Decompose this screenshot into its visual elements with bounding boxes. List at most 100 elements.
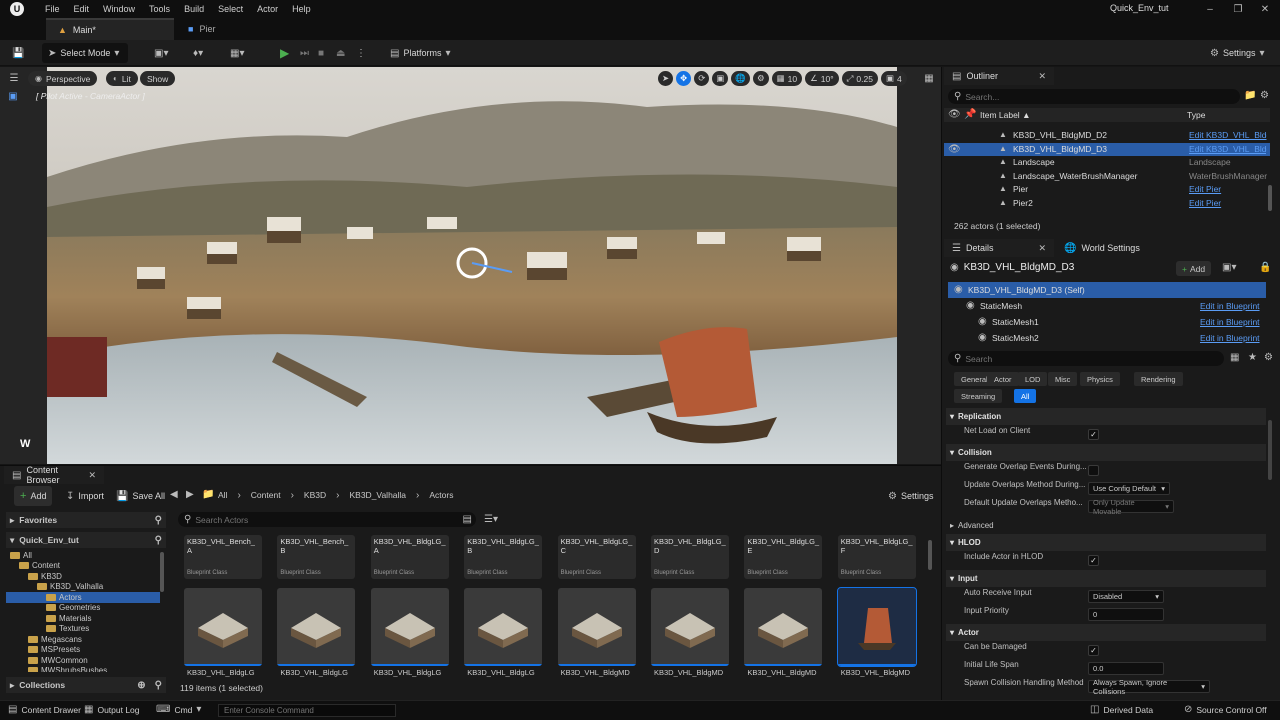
camera-speed-button[interactable]: ▣ 4 [880,71,907,86]
asset-thumbnail[interactable] [557,588,636,666]
details-tab[interactable]: ☰ Details ✕ [944,239,1054,257]
asset-tile[interactable]: KB3D_VHL_BldgLG_ E Blueprint Class [744,535,823,579]
filter-icon[interactable]: ☰▾ [484,514,498,525]
filter-physics[interactable]: Physics [1080,372,1120,386]
filter-lod[interactable]: LOD [1018,372,1048,386]
tree-item[interactable]: Content [6,561,160,572]
show-button[interactable]: Show [140,71,176,86]
component-row[interactable]: ◉ StaticMesh1 Edit in Blueprint [948,314,1266,330]
scale-tool-icon[interactable]: ▣ [712,71,729,86]
auto-receive-dropdown[interactable]: Disabled ▾ [1088,590,1164,603]
breadcrumb-item[interactable]: Actors [429,490,453,500]
life-span-field[interactable]: 0.0 [1088,662,1164,675]
play-button[interactable]: ▶ [274,43,295,63]
outliner-row-type[interactable]: Edit Pier [1189,198,1267,208]
viewport-menu-icon[interactable]: ☰ [8,72,20,84]
cinematics-button[interactable]: ▦▾ [224,43,250,63]
edit-in-blueprint-link[interactable]: Edit in Blueprint [1200,301,1260,311]
update-overlap-dropdown[interactable]: Use Config Default ▾ [1088,482,1170,495]
outliner-search[interactable]: ⚲ [948,89,1240,104]
outliner-row[interactable]: ▲ KB3D_VHL_BldgMD_D2 Edit KB3D_VHL_Bldg [944,129,1270,143]
outliner-row-type[interactable]: Edit KB3D_VHL_Bldg [1189,130,1267,140]
filter-actor[interactable]: Actor [987,372,1019,386]
viewport-scene-image[interactable] [47,67,897,464]
col-type[interactable]: Type [1187,110,1205,120]
asset-thumbnail[interactable] [184,588,262,666]
world-space-icon[interactable]: 🌐 [731,71,750,86]
tab-main[interactable]: ▲ Main* [46,18,174,40]
menu-file[interactable]: File [38,1,67,17]
table-view-icon[interactable]: ▦ [1230,352,1239,363]
output-log-button[interactable]: ▦ Output Log [84,704,140,715]
component-row[interactable]: ◉ StaticMesh2 Edit in Blueprint [948,330,1266,346]
maximize-viewport-icon[interactable]: ▦ [922,72,936,84]
tree-item[interactable]: MWShrubsBushes [6,666,160,672]
tree-item[interactable]: All [6,550,160,561]
maximize-icon[interactable]: ❐ [1232,2,1244,16]
rotate-tool-icon[interactable]: ⟳ [694,71,710,86]
section-hlod[interactable]: ▾ HLOD [946,534,1266,551]
select-tool-icon[interactable]: ➤ [658,71,674,86]
outliner-row[interactable]: ▲ Landscape Landscape [944,156,1270,170]
forward-icon[interactable]: ▶ [186,489,194,500]
project-header[interactable]: ▾ Quick_Env_tut ⚲ [6,532,166,548]
surface-snap-icon[interactable]: ⚙ [753,71,769,86]
outliner-tab[interactable]: ▤ Outliner ✕ [944,67,1054,85]
tree-item[interactable]: MSPresets [6,645,160,656]
cb-settings-button[interactable]: ⚙ Settings [882,486,940,506]
asset-scrollbar[interactable] [928,540,932,570]
tree-item[interactable]: Textures [6,624,160,635]
import-button[interactable]: ↧ Import [60,486,110,506]
minimize-icon[interactable]: – [1204,2,1216,16]
close-window-icon[interactable]: ✕ [1259,2,1271,16]
spawn-collision-dropdown[interactable]: Always Spawn, Ignore Collisions ▾ [1088,678,1210,696]
outliner-row-type[interactable]: Edit Pier [1189,184,1267,194]
asset-thumbnail[interactable] [651,588,729,666]
menu-tools[interactable]: Tools [142,1,177,17]
gear-icon[interactable]: ⚙ [1264,352,1273,363]
save-all-button[interactable]: 💾 Save All [110,486,171,506]
section-actor[interactable]: ▾ Actor [946,624,1266,641]
asset-thumbnail[interactable] [744,588,823,666]
edit-in-blueprint-link[interactable]: Edit in Blueprint [1200,333,1260,343]
filter-all[interactable]: All [1014,389,1037,403]
blueprint-button[interactable]: ♦▾ [187,43,209,63]
asset-search[interactable]: ⚲ ▤ [178,512,476,527]
back-icon[interactable]: ◀ [170,489,178,500]
add-collection-icon[interactable]: ⊕ [137,680,145,691]
component-row[interactable]: ◉ StaticMesh Edit in Blueprint [948,298,1266,314]
derived-data-button[interactable]: ◫ Derived Data [1090,704,1153,715]
add-actor-button[interactable]: ▣▾ [148,43,174,63]
asset-thumbnail[interactable] [836,587,917,667]
asset-tile[interactable]: KB3D_VHL_BldgLG_ A Blueprint Class [370,535,449,579]
edit-in-blueprint-link[interactable]: Edit in Blueprint [1200,317,1260,327]
world-settings-tab[interactable]: 🌐 World Settings [1056,239,1148,257]
cmd-dropdown[interactable]: ⌨ Cmd ▾ [156,704,201,715]
asset-tile[interactable]: KB3D_VHL_BldgLG_ C Blueprint Class [557,535,636,579]
tree-item[interactable]: KB3D_Valhalla [6,582,160,593]
console-input[interactable] [218,704,396,717]
lit-button[interactable]: ◐ Lit [106,71,138,86]
settings-button[interactable]: ⚙ Settings ▾ [1204,43,1271,63]
details-search-input[interactable] [965,353,1166,364]
breadcrumb-item[interactable]: KB3D [304,490,326,500]
outliner-scrollbar[interactable] [1268,185,1272,211]
filter-rendering[interactable]: Rendering [1134,372,1183,386]
visibility-icon[interactable]: 👁 [948,144,961,155]
gen-overlap-checkbox[interactable] [1088,465,1099,476]
outliner-row[interactable]: ▲ Pier2 Edit Pier [944,197,1270,211]
asset-tile[interactable]: KB3D_VHL_BldgLG_ F Blueprint Class [837,535,916,579]
col-item-label[interactable]: Item Label ▲ [980,110,1030,120]
section-input[interactable]: ▾ Input [946,570,1266,587]
asset-thumbnail[interactable] [370,588,449,666]
details-scrollbar[interactable] [1268,420,1272,480]
perspective-button[interactable]: ◉ Perspective [28,71,98,86]
menu-window[interactable]: Window [96,1,142,17]
asset-tile[interactable]: KB3D_VHL_Bench_ B Blueprint Class [277,535,356,579]
tree-item[interactable]: MWCommon [6,655,160,666]
play-options-button[interactable]: ⋮ [350,43,372,63]
outliner-row-type[interactable]: Edit KB3D_VHL_Bldg [1189,144,1267,154]
close-icon[interactable]: ✕ [1038,243,1046,254]
unreal-logo-icon[interactable]: U [10,2,24,16]
search-icon[interactable]: ⚲ [155,680,162,691]
